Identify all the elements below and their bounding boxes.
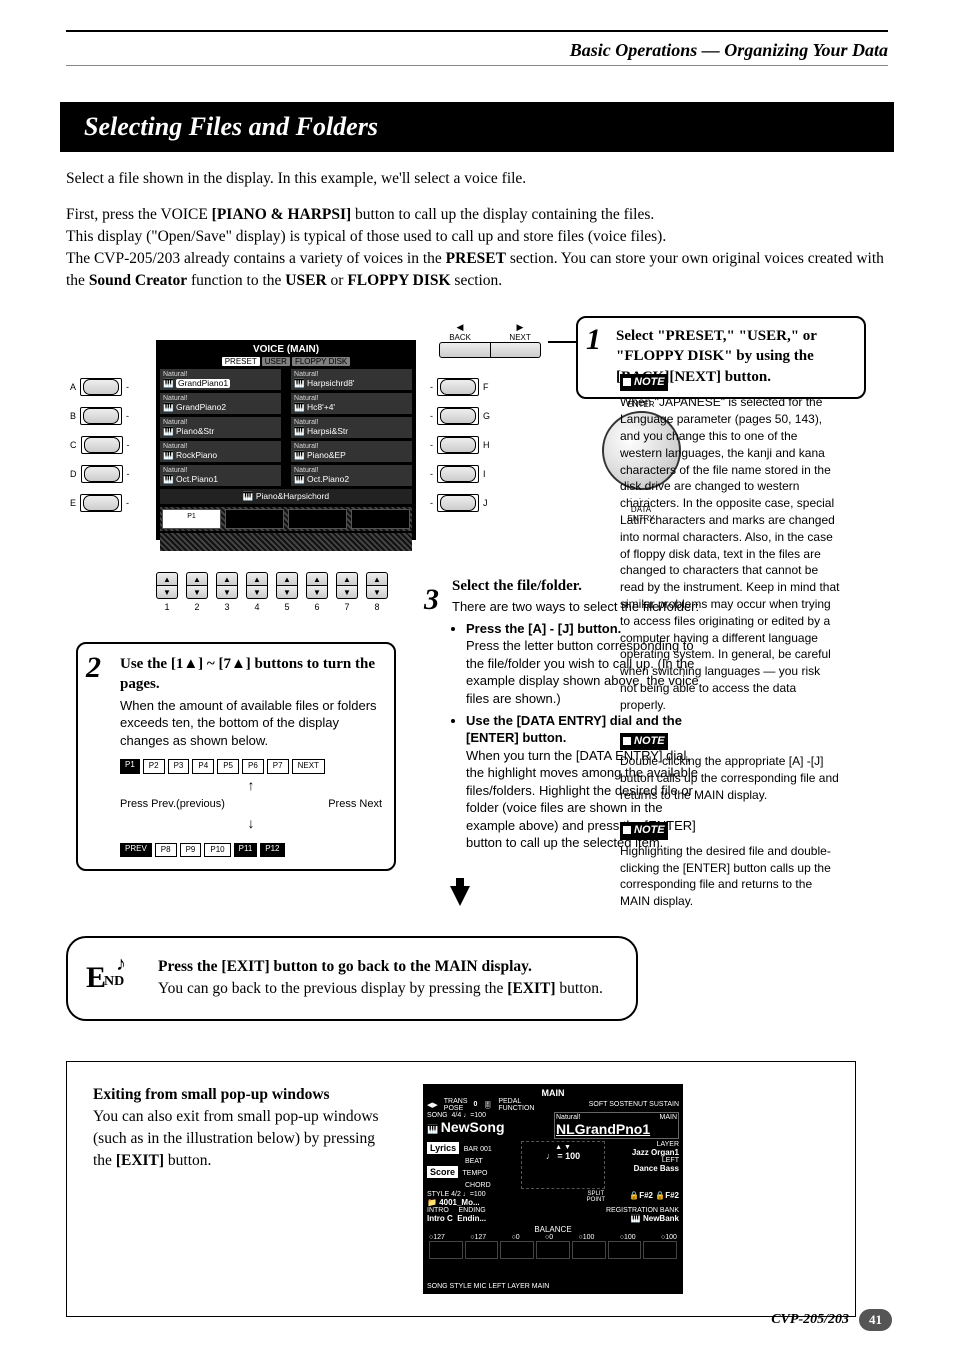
side-button-I[interactable]: -I: [430, 465, 490, 483]
footer-model: CVP-205/203: [771, 1312, 849, 1328]
number-button-2[interactable]: ▲▼2: [186, 572, 208, 612]
intro-text: Select a file shown in the display. In t…: [66, 168, 888, 292]
page-number: 41: [859, 1309, 892, 1331]
note-1-text: When "JAPANESE" is selected for the Lang…: [620, 394, 840, 713]
popup-example-box: Exiting from small pop-up windows You ca…: [66, 1061, 856, 1317]
lcd-title: VOICE (MAIN): [160, 344, 412, 355]
end-callout: END♪ Press the [EXIT] button to go back …: [66, 936, 638, 1021]
back-next-rocker[interactable]: [439, 342, 541, 358]
main-display-screenshot: MAIN ◀▶TRANS POSE 0 🎚PEDAL FUNCTION SOFT…: [423, 1084, 683, 1294]
right-button-col: -F -G -H -I -J: [430, 378, 490, 512]
header-underline: [66, 65, 888, 66]
side-button-B[interactable]: B-: [70, 407, 130, 425]
back-next-buttons: ◀▶ BACKNEXT: [430, 322, 550, 358]
score-button: Score: [427, 1166, 458, 1178]
number-button-7[interactable]: ▲▼7: [336, 572, 358, 612]
top-divider: [66, 30, 888, 32]
section-title: Selecting Files and Folders: [60, 102, 894, 152]
side-button-C[interactable]: C-: [70, 436, 130, 454]
page-footer: CVP-205/203 41: [771, 1309, 892, 1331]
left-button-col: A- B- C- D- E-: [70, 378, 130, 512]
number-button-6[interactable]: ▲▼6: [306, 572, 328, 612]
note-sidebar: NOTE When "JAPANESE" is selected for the…: [620, 373, 840, 928]
number-button-5[interactable]: ▲▼5: [276, 572, 298, 612]
intro-p2c: button to call up the display containing…: [351, 206, 654, 223]
intro-p2b: [PIANO & HARPSI]: [212, 206, 352, 223]
side-button-E[interactable]: E-: [70, 494, 130, 512]
step-2-callout: 2 Use the [1▲] ~ [7▲] buttons to turn th…: [76, 642, 396, 871]
intro-p3: This display ("Open/Save" display) is ty…: [66, 226, 888, 248]
lcd-category: 🎹 Piano&Harpsichord: [160, 489, 412, 504]
step-number-2: 2: [86, 648, 101, 689]
end-icon: END♪: [86, 952, 138, 994]
intro-p1: Select a file shown in the display. In t…: [66, 168, 888, 190]
page-bar-2: PREVP8P9P10P11P12: [120, 843, 382, 858]
note-label: NOTE: [620, 374, 668, 391]
side-button-H[interactable]: -H: [430, 436, 490, 454]
side-button-G[interactable]: -G: [430, 407, 490, 425]
page-bar-1: P1P2P3P4P5P6P7NEXT: [120, 759, 382, 774]
note-label: NOTE: [620, 822, 668, 839]
side-button-F[interactable]: -F: [430, 378, 490, 396]
side-button-J[interactable]: -J: [430, 494, 490, 512]
side-button-D[interactable]: D-: [70, 465, 130, 483]
side-button-A[interactable]: A-: [70, 378, 130, 396]
lcd-screen: VOICE (MAIN) PRESETUSERFLOPPY DISK Natur…: [156, 340, 416, 540]
chapter-header: Basic Operations — Organizing Your Data: [66, 40, 888, 61]
step-number-1: 1: [586, 320, 601, 361]
intro-p2a: First, press the VOICE: [66, 206, 212, 223]
number-button-3[interactable]: ▲▼3: [216, 572, 238, 612]
note-2-text: Double-clicking the appropriate [A] -[J]…: [620, 753, 840, 803]
lyrics-button: Lyrics: [427, 1142, 459, 1154]
number-button-1[interactable]: ▲▼1: [156, 572, 178, 612]
down-arrow-icon: [450, 886, 470, 906]
note-3-text: Highlighting the desired file and double…: [620, 843, 840, 910]
numbered-up-down-buttons: ▲▼1 ▲▼2 ▲▼3 ▲▼4 ▲▼5 ▲▼6 ▲▼7 ▲▼8: [156, 572, 388, 612]
step-number-3: 3: [424, 580, 439, 621]
lcd-page-strip: P1: [160, 507, 412, 531]
number-button-4[interactable]: ▲▼4: [246, 572, 268, 612]
lcd-tabs: PRESETUSERFLOPPY DISK: [160, 357, 412, 366]
popup-heading: Exiting from small pop-up windows: [93, 1086, 330, 1103]
note-label: NOTE: [620, 733, 668, 750]
number-button-8[interactable]: ▲▼8: [366, 572, 388, 612]
